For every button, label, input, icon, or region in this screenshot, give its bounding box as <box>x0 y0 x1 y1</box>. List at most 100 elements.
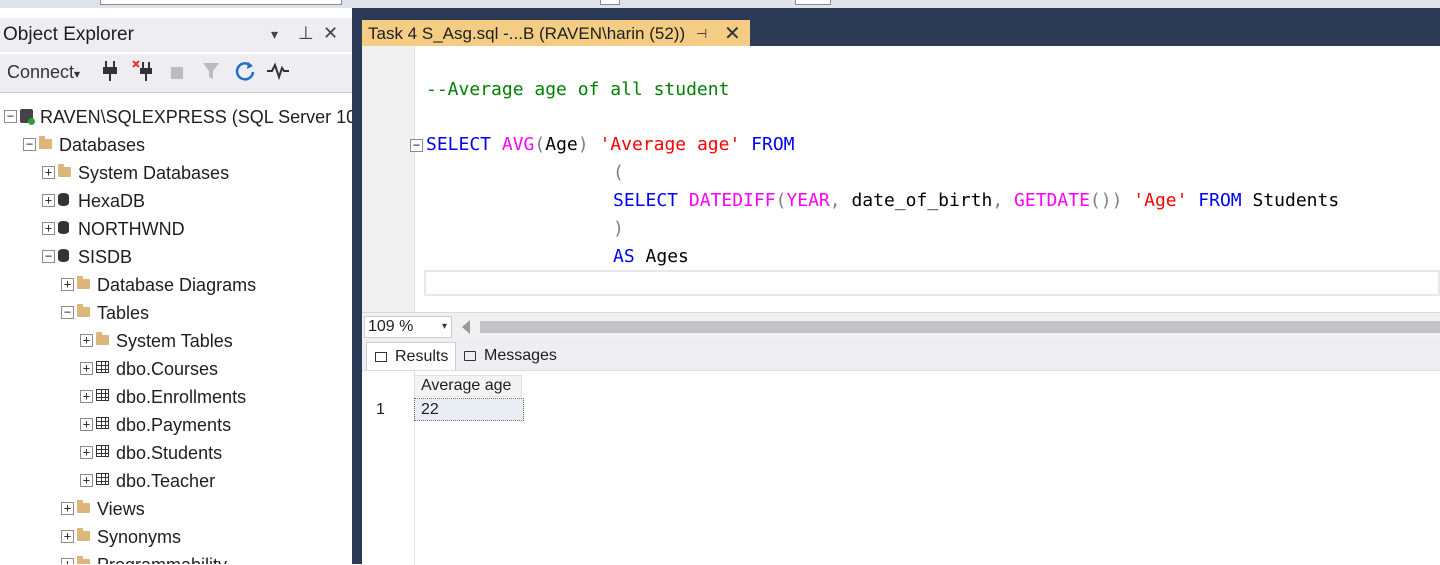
zoom-value: 109 % <box>368 318 414 335</box>
code-paren: ( <box>534 134 546 155</box>
table-icon <box>96 389 109 401</box>
connect-label: Connect <box>7 62 75 82</box>
editor-gutter <box>414 46 415 312</box>
folder-icon <box>77 528 90 541</box>
stop-icon[interactable] <box>170 64 184 85</box>
tree-node[interactable]: − Databases <box>0 132 352 158</box>
collapse-icon[interactable]: − <box>410 139 423 152</box>
tab-results[interactable]: Results <box>366 342 456 370</box>
tree-node-label: dbo.Enrollments <box>116 387 247 407</box>
tree-node-label: dbo.Payments <box>116 415 232 435</box>
tree-node-label: dbo.Courses <box>116 359 219 379</box>
expand-icon[interactable]: + <box>61 558 74 564</box>
result-cell[interactable]: 22 <box>414 398 524 421</box>
tree-node-label: NORTHWND <box>78 219 185 239</box>
filter-icon[interactable] <box>202 62 220 85</box>
toolbar-button[interactable] <box>795 0 831 5</box>
results-grid: Average age 1 22 <box>362 370 1440 565</box>
document-tab-strip: Task 4 S_Asg.sql -...B (RAVEN\harin (52)… <box>362 8 1440 46</box>
table-icon <box>96 445 109 457</box>
close-icon[interactable]: ✕ <box>323 23 338 44</box>
tree-node-label: Synonyms <box>97 527 182 547</box>
toolbar-button[interactable] <box>600 0 620 5</box>
code-comma: , <box>829 190 841 211</box>
disconnect-icon[interactable] <box>132 60 154 87</box>
toolbar-combo[interactable] <box>100 0 342 5</box>
collapse-icon[interactable]: − <box>4 110 17 123</box>
tab-task4-query[interactable]: Task 4 S_Asg.sql -...B (RAVEN\harin (52)… <box>362 20 750 46</box>
tree-node[interactable]: + NORTHWND <box>0 216 352 242</box>
collapse-icon[interactable]: − <box>23 138 36 151</box>
expand-icon[interactable]: + <box>61 530 74 543</box>
tree-node[interactable]: + Synonyms <box>0 524 352 550</box>
folder-icon <box>58 164 71 177</box>
table-icon <box>96 417 109 429</box>
code-string: 'Average age' <box>599 134 741 155</box>
folder-icon <box>39 136 52 149</box>
collapse-icon[interactable]: − <box>61 306 74 319</box>
table-icon <box>96 361 109 373</box>
refresh-icon[interactable] <box>234 60 256 87</box>
tree-node[interactable]: + dbo.Payments <box>0 412 352 438</box>
connect-button[interactable]: Connect▾ <box>7 62 80 83</box>
code-identifier: date_of_birth <box>851 190 993 211</box>
horizontal-scrollbar-thumb[interactable] <box>480 321 1440 333</box>
tree-node[interactable]: − Tables <box>0 300 352 326</box>
code-paren: ) <box>577 134 589 155</box>
plug-icon[interactable] <box>102 60 118 87</box>
grid-icon <box>375 352 387 362</box>
panel-splitter[interactable] <box>352 8 362 564</box>
tree-node-label: Programmability <box>97 552 227 564</box>
tree-node[interactable]: + dbo.Enrollments <box>0 384 352 410</box>
expand-icon[interactable]: + <box>80 446 93 459</box>
expand-icon[interactable]: + <box>61 502 74 515</box>
expand-icon[interactable]: + <box>42 222 55 235</box>
top-toolbar-strip <box>0 0 1440 8</box>
tree-node-label: dbo.Students <box>116 443 223 463</box>
pin-icon[interactable]: ⊥ <box>298 23 314 44</box>
tree-node[interactable]: + System Tables <box>0 328 352 354</box>
tree-node[interactable]: + System Databases <box>0 160 352 186</box>
tree-node[interactable]: + dbo.Courses <box>0 356 352 382</box>
expand-icon[interactable]: + <box>80 390 93 403</box>
tree-node[interactable]: + Database Diagrams <box>0 272 352 298</box>
tree-node-label: SISDB <box>78 247 133 267</box>
tree-node[interactable]: − RAVEN\SQLEXPRESS (SQL Server 10.0.2 <box>0 104 352 130</box>
object-explorer-toolbar: Connect▾ <box>0 54 352 93</box>
activity-monitor-icon[interactable] <box>266 62 290 85</box>
expand-icon[interactable]: + <box>61 278 74 291</box>
close-icon[interactable]: ✕ <box>724 21 741 46</box>
results-tab-strip: Results Messages <box>362 340 1440 370</box>
code-string: 'Age' <box>1133 190 1188 211</box>
expand-icon[interactable]: + <box>42 166 55 179</box>
tab-messages[interactable]: Messages <box>456 342 558 370</box>
folder-icon <box>77 556 90 564</box>
tree-node[interactable]: + HexaDB <box>0 188 352 214</box>
code-identifier: Age <box>545 134 578 155</box>
object-explorer-titlebar: Object Explorer ▾ ⊥ ✕ <box>0 18 352 52</box>
tree-node[interactable]: + Views <box>0 496 352 522</box>
messages-icon <box>464 351 476 361</box>
column-header[interactable]: Average age <box>414 375 522 397</box>
zoom-select[interactable]: 109 % ▾ <box>364 316 452 338</box>
table-icon <box>96 473 109 485</box>
collapse-icon[interactable]: − <box>42 250 55 263</box>
tree-node[interactable]: + Programmability <box>0 552 352 564</box>
tree-node[interactable]: − SISDB <box>0 244 352 270</box>
pin-icon[interactable]: ⊣ <box>696 26 707 42</box>
tree-node-label: Databases <box>59 135 146 155</box>
expand-icon[interactable]: + <box>80 474 93 487</box>
chevron-down-icon: ▾ <box>441 321 447 332</box>
tree-node[interactable]: + dbo.Teacher <box>0 468 352 494</box>
tree-node[interactable]: + dbo.Students <box>0 440 352 466</box>
expand-icon[interactable]: + <box>80 362 93 375</box>
dropdown-icon[interactable]: ▾ <box>271 26 278 43</box>
expand-icon[interactable]: + <box>80 418 93 431</box>
expand-icon[interactable]: + <box>42 194 55 207</box>
current-line-highlight <box>424 270 1440 296</box>
scroll-left-icon[interactable] <box>462 320 470 334</box>
expand-icon[interactable]: + <box>80 334 93 347</box>
folder-icon <box>96 332 109 345</box>
code-function: YEAR <box>786 190 830 211</box>
row-number[interactable]: 1 <box>376 401 385 419</box>
